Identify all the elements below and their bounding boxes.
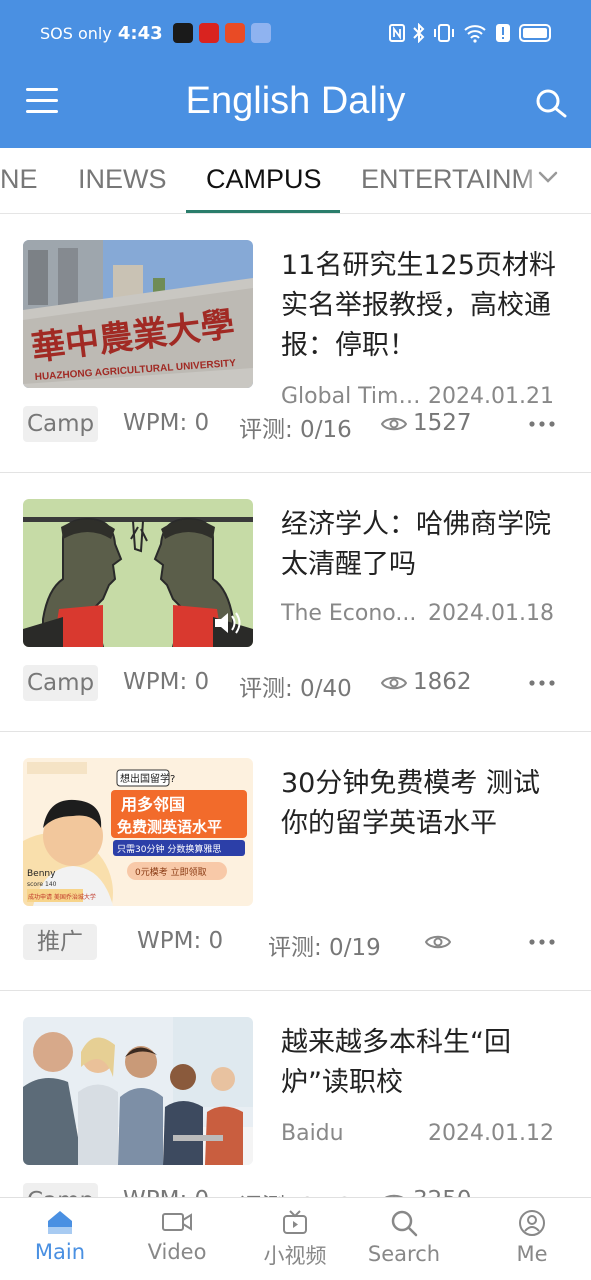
more-options-icon[interactable] [528,414,556,434]
article-date: 2024.01.18 [428,601,554,626]
views-count: 1527 [413,410,472,436]
person-icon [519,1210,545,1236]
ad-line-3: 只需30分钟 分数换算雅思 [117,843,221,855]
views-count: 1862 [413,669,472,695]
views-stat: 1862 [381,669,472,695]
eye-icon [381,417,407,430]
app-title: English Daliy [185,80,406,122]
ad-score: score 140 [27,881,57,888]
article-headline[interactable]: 30分钟免费模考 测试你的留学英语水平 [281,764,566,844]
tab-ne[interactable]: NE [0,164,38,195]
ad-caption: 成功申请 美国乔治城大学 [28,893,96,901]
article-thumbnail [23,1017,253,1165]
video-camera-icon [162,1213,192,1231]
status-left: SOS only 4:43 [40,20,271,46]
category-tag[interactable]: Camp [23,406,99,442]
nav-main[interactable]: Main [10,1208,110,1264]
more-options-icon[interactable] [528,932,556,952]
wifi-icon [464,25,486,43]
wpm-stat: WPM: 0 [123,669,210,695]
wpm-stat: WPM: 0 [137,928,224,954]
alert-icon [496,24,510,42]
ad-question: 想出国留学? [120,772,175,785]
promotion-tag[interactable]: 推广 [23,924,97,960]
article-card[interactable]: 華中農業大學 HUAZHONG AGRICULTURAL UNIVERSITY … [0,214,591,473]
ad-line-1: 用多邻国 [121,795,185,814]
nav-video[interactable]: Video [127,1208,227,1264]
article-card[interactable]: 经济学人：哈佛商学院太清醒了吗 The Econo... 2024.01.18 … [0,473,591,732]
app-notification-icon [172,23,193,43]
category-tabs: NE INEWS CAMPUS ENTERTAINM [0,148,591,214]
search-icon[interactable] [533,86,569,122]
nav-search[interactable]: Search [354,1208,454,1266]
article-source: The Econo... [281,601,417,626]
score-stat: 评测: 0/16 [239,417,352,443]
nav-label: Me [516,1242,548,1266]
bluetooth-icon [413,23,425,43]
wpm-stat: WPM: 0 [123,410,210,436]
clock: 4:43 [117,22,163,44]
status-right [389,20,551,46]
nav-label: Video [147,1240,207,1264]
eye-icon [381,676,407,689]
article-meta: Camp WPM: 0 评测: 0/16 1527 [23,406,568,446]
promoted-card[interactable]: 想出国留学? 用多邻国 免费测英语水平 只需30分钟 分数换算雅思 0元模考 立… [0,732,591,991]
nav-me[interactable]: Me [482,1208,582,1266]
nav-label: Main [34,1240,86,1264]
home-icon [48,1211,72,1234]
app-header: SOS only 4:43 English Daliy [0,0,591,148]
category-tag[interactable]: Camp [23,665,99,701]
article-headline[interactable]: 经济学人：哈佛商学院太清醒了吗 [281,505,566,585]
ad-line-2: 免费测英语水平 [117,818,222,836]
app-notification-icon [224,23,245,43]
ad-name: Benny [27,869,56,879]
tab-inews[interactable]: INEWS [78,164,167,195]
article-headline[interactable]: 11名研究生125页材料实名举报教授，高校通报：停职！ [281,246,566,366]
app-notification-icon [250,23,271,43]
article-headline[interactable]: 越来越多本科生“回炉”读职校 [281,1023,566,1103]
nav-label: 小视频 [263,1244,327,1268]
tab-campus[interactable]: CAMPUS [206,164,322,195]
eye-icon [425,935,451,948]
nav-label: Search [367,1242,441,1266]
ad-thumbnail: 想出国留学? 用多邻国 免费测英语水平 只需30分钟 分数换算雅思 0元模考 立… [23,758,253,906]
article-meta: 推广 WPM: 0 评测: 0/19 [23,924,568,964]
more-options-icon[interactable] [528,673,556,693]
article-date: 2024.01.12 [428,1121,554,1146]
vibrate-icon [434,24,454,42]
score-stat: 评测: 0/40 [239,676,352,702]
battery-icon [519,24,551,42]
article-meta: Camp WPM: 0 评测: 0/40 1862 [23,665,568,705]
score-stat: 评测: 0/19 [268,935,381,961]
bottom-navigation: Main Video 小视频 Search Me [0,1197,591,1280]
article-source: Baidu [281,1121,344,1146]
ad-cta: 0元模考 立即领取 [135,866,207,878]
tab-entertainment[interactable]: ENTERTAINM [361,164,534,195]
search-icon [391,1210,418,1237]
app-bar: English Daliy [0,66,591,148]
app-notification-icon [198,23,219,43]
status-bar: SOS only 4:43 [0,0,591,66]
article-thumbnail: 華中農業大學 HUAZHONG AGRICULTURAL UNIVERSITY [23,240,253,388]
carrier-text: SOS only [40,23,112,43]
tv-icon [283,1210,307,1234]
active-tab-indicator [186,210,340,213]
nav-short-video[interactable]: 小视频 [245,1208,345,1270]
views-stat [425,928,457,954]
article-thumbnail [23,499,253,647]
views-stat: 1527 [381,410,472,436]
nfc-icon [389,24,405,42]
chevron-down-icon[interactable] [537,166,559,188]
